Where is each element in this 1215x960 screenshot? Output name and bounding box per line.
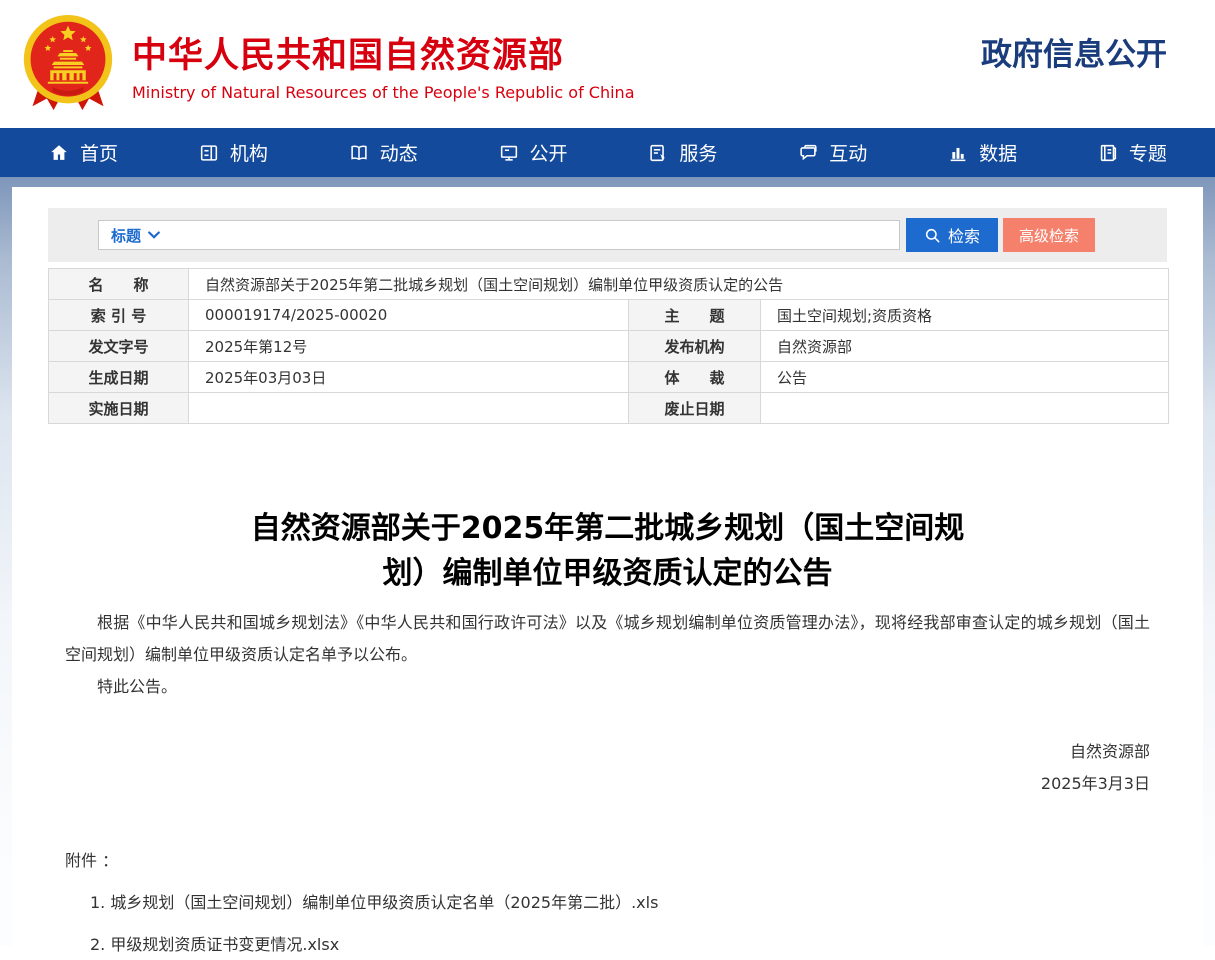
nav-item-label: 专题	[1129, 139, 1167, 166]
nav-item-organization[interactable]: 机构	[198, 139, 268, 166]
site-title: 中华人民共和国自然资源部	[132, 27, 635, 78]
nav-item-label: 服务	[679, 139, 717, 166]
nav-item-label: 动态	[380, 139, 418, 166]
meta-label-subject: 主 题	[629, 300, 761, 331]
search-field-selector[interactable]: 标题	[111, 225, 160, 246]
nav-item-data[interactable]: 数据	[947, 139, 1017, 166]
table-row: 实施日期 废止日期	[49, 393, 1169, 424]
search-input[interactable]: 标题	[98, 220, 900, 250]
search-bar: 标题 检索 高级检索	[48, 208, 1167, 262]
nav-item-disclosure[interactable]: 公开	[498, 139, 568, 166]
magnifier-icon	[924, 227, 941, 244]
meta-value-docnum: 2025年第12号	[189, 331, 629, 362]
data-chart-icon	[947, 142, 969, 164]
nav-item-interaction[interactable]: 互动	[797, 139, 867, 166]
organization-icon	[198, 142, 220, 164]
attachments-section: 附件 ： 1. 城乡规划（国土空间规划）编制单位甲级资质认定名单（2025年第二…	[65, 846, 1150, 960]
nav-item-home[interactable]: 首页	[48, 139, 118, 166]
news-book-icon	[348, 142, 370, 164]
meta-value-effective	[189, 393, 629, 424]
main-nav: 首页 机构 动态	[0, 128, 1215, 177]
table-row: 名 称 自然资源部关于2025年第二批城乡规划（国土空间规划）编制单位甲级资质认…	[49, 269, 1169, 300]
meta-label-repeal: 废止日期	[629, 393, 761, 424]
table-row: 发文字号 2025年第12号 发布机构 自然资源部	[49, 331, 1169, 362]
search-field-selector-label: 标题	[111, 225, 141, 246]
page: 中华人民共和国自然资源部 Ministry of Natural Resourc…	[0, 0, 1215, 946]
search-button[interactable]: 检索	[906, 218, 998, 252]
meta-label-docnum: 发文字号	[49, 331, 189, 362]
meta-label-index: 索 引 号	[49, 300, 189, 331]
nav-item-news[interactable]: 动态	[348, 139, 418, 166]
article: 自然资源部关于2025年第二批城乡规划（国土空间规划）编制单位甲级资质认定的公告…	[12, 506, 1203, 960]
national-emblem-icon	[20, 13, 116, 115]
section-title-gov-info[interactable]: 政府信息公开	[981, 29, 1167, 74]
nav-item-label: 互动	[829, 139, 867, 166]
advanced-search-button[interactable]: 高级检索	[1003, 218, 1095, 252]
meta-value-subject: 国土空间规划;资质资格	[761, 300, 1169, 331]
nav-item-label: 数据	[979, 139, 1017, 166]
signature-org: 自然资源部	[65, 736, 1150, 768]
article-title: 自然资源部关于2025年第二批城乡规划（国土空间规划）编制单位甲级资质认定的公告	[235, 506, 980, 596]
signature-block: 自然资源部 2025年3月3日	[65, 736, 1150, 800]
nav-item-label: 机构	[230, 139, 268, 166]
meta-value-name: 自然资源部关于2025年第二批城乡规划（国土空间规划）编制单位甲级资质认定的公告	[189, 269, 1169, 300]
nav-item-service[interactable]: 服务	[647, 139, 717, 166]
meta-label-genre: 体 裁	[629, 362, 761, 393]
article-paragraph: 特此公告。	[65, 671, 1150, 703]
chevron-down-icon	[148, 231, 160, 239]
interaction-chat-icon	[797, 142, 819, 164]
home-icon	[48, 142, 70, 164]
search-button-label: 检索	[948, 223, 980, 247]
table-row: 生成日期 2025年03月03日 体 裁 公告	[49, 362, 1169, 393]
article-paragraph: 根据《中华人民共和国城乡规划法》《中华人民共和国行政许可法》以及《城乡规划编制单…	[65, 607, 1150, 671]
meta-value-index: 000019174/2025-00020	[189, 300, 629, 331]
nav-item-label: 首页	[80, 139, 118, 166]
meta-value-repeal	[761, 393, 1169, 424]
nav-item-topics[interactable]: 专题	[1097, 139, 1167, 166]
document-metadata-table: 名 称 自然资源部关于2025年第二批城乡规划（国土空间规划）编制单位甲级资质认…	[48, 268, 1169, 424]
meta-value-genre: 公告	[761, 362, 1169, 393]
meta-label-effective: 实施日期	[49, 393, 189, 424]
disclosure-screen-icon	[498, 142, 520, 164]
attachment-link[interactable]: 2. 甲级规划资质证书变更情况.xlsx	[90, 930, 1150, 960]
meta-label-name: 名 称	[49, 269, 189, 300]
content-panel: 标题 检索 高级检索	[12, 187, 1203, 946]
meta-label-publisher: 发布机构	[629, 331, 761, 362]
header-branding: 中华人民共和国自然资源部 Ministry of Natural Resourc…	[20, 13, 635, 115]
table-row: 索 引 号 000019174/2025-00020 主 题 国土空间规划;资质…	[49, 300, 1169, 331]
meta-label-gendate: 生成日期	[49, 362, 189, 393]
service-edit-icon	[647, 142, 669, 164]
signature-date: 2025年3月3日	[65, 768, 1150, 800]
site-header: 中华人民共和国自然资源部 Ministry of Natural Resourc…	[0, 0, 1215, 128]
page-background: 标题 检索 高级检索	[0, 177, 1215, 946]
attachment-link[interactable]: 1. 城乡规划（国土空间规划）编制单位甲级资质认定名单（2025年第二批）.xl…	[90, 888, 1150, 918]
site-subtitle: Ministry of Natural Resources of the Peo…	[132, 83, 635, 102]
meta-value-publisher: 自然资源部	[761, 331, 1169, 362]
article-body: 根据《中华人民共和国城乡规划法》《中华人民共和国行政许可法》以及《城乡规划编制单…	[65, 607, 1150, 703]
header-titles: 中华人民共和国自然资源部 Ministry of Natural Resourc…	[132, 27, 635, 102]
meta-value-gendate: 2025年03月03日	[189, 362, 629, 393]
attachments-label: 附件 ：	[65, 846, 1150, 876]
topics-journal-icon	[1097, 142, 1119, 164]
nav-item-label: 公开	[530, 139, 568, 166]
